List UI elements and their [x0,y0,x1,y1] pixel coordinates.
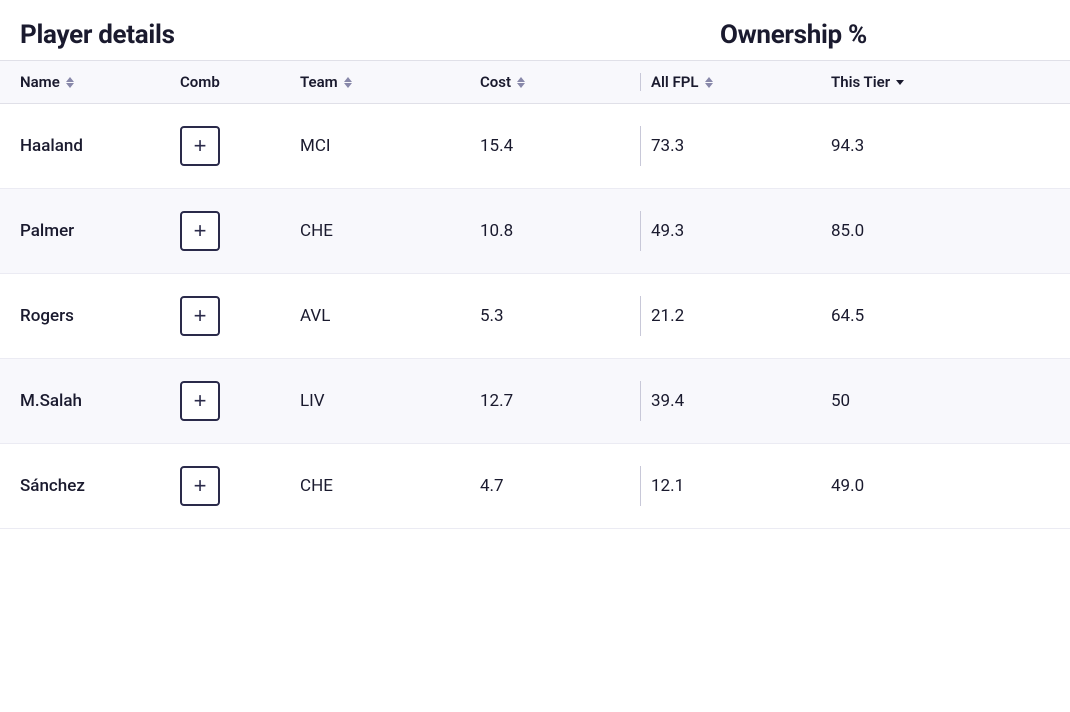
thistier-sort-icon[interactable] [896,80,904,85]
team-sort-icon[interactable] [344,77,352,88]
add-player-button[interactable]: + [180,381,220,421]
col-header-team: Team [300,73,480,91]
row-divider [640,296,641,336]
table-row: M.Salah + LIV 12.7 39.4 50 [0,359,1070,444]
player-team: MCI [300,136,331,156]
player-allfpl-cell: 39.4 [651,391,831,411]
player-cost: 5.3 [480,306,504,326]
player-name: Palmer [20,221,74,241]
player-team: CHE [300,476,333,496]
player-team-cell: CHE [300,221,480,241]
player-team-cell: LIV [300,391,480,411]
player-comb-cell: + [180,211,300,251]
player-name: Sánchez [20,476,85,496]
player-cost-cell: 5.3 [480,306,630,326]
player-comb-cell: + [180,381,300,421]
add-player-button[interactable]: + [180,466,220,506]
table-row: Haaland + MCI 15.4 73.3 94.3 [0,104,1070,189]
comb-label: Comb [180,73,220,91]
player-allfpl-cell: 49.3 [651,221,831,241]
cost-label: Cost [480,73,511,91]
player-comb-cell: + [180,296,300,336]
player-thistier-cell: 94.3 [831,136,1050,156]
player-details-title: Player details [20,20,720,50]
team-label: Team [300,73,338,91]
player-allfpl: 21.2 [651,306,684,326]
section-headers: Player details Ownership % [0,0,1070,61]
player-cost: 10.8 [480,221,513,241]
player-team: AVL [300,306,330,326]
col-header-name: Name [20,73,180,91]
player-team-cell: AVL [300,306,480,326]
player-thistier-cell: 50 [831,391,1050,411]
name-sort-icon[interactable] [66,77,74,88]
row-divider [640,126,641,166]
player-allfpl-cell: 73.3 [651,136,831,156]
player-name: Rogers [20,306,74,326]
col-header-cost: Cost [480,73,630,91]
col-header-allfpl: All FPL [651,73,831,91]
player-thistier-cell: 64.5 [831,306,1050,326]
player-thistier: 85.0 [831,221,864,241]
main-container: Player details Ownership % Name Comb Tea… [0,0,1070,529]
player-cost: 15.4 [480,136,513,156]
player-allfpl-cell: 12.1 [651,476,831,496]
col-header-comb: Comb [180,73,300,91]
player-thistier: 64.5 [831,306,864,326]
player-name-cell: Haaland [20,136,180,156]
player-allfpl-cell: 21.2 [651,306,831,326]
player-cost-cell: 12.7 [480,391,630,411]
table-row: Sánchez + CHE 4.7 12.1 49.0 [0,444,1070,529]
player-cost-cell: 10.8 [480,221,630,241]
player-details-section-header: Player details [20,20,720,50]
player-team-cell: CHE [300,476,480,496]
player-allfpl: 12.1 [651,476,684,496]
table-header-row: Name Comb Team Cost All FPL [0,61,1070,104]
player-thistier: 50 [831,391,850,411]
col-header-thistier: This Tier [831,73,1050,91]
row-divider [640,466,641,506]
player-cost-cell: 15.4 [480,136,630,156]
player-comb-cell: + [180,126,300,166]
player-team: LIV [300,391,325,411]
player-cost-cell: 4.7 [480,476,630,496]
ownership-section-header: Ownership % [720,20,1050,50]
row-divider [640,381,641,421]
add-player-button[interactable]: + [180,211,220,251]
table-body: Haaland + MCI 15.4 73.3 94.3 Palmer [0,104,1070,529]
player-thistier: 49.0 [831,476,864,496]
allfpl-sort-icon[interactable] [705,77,713,88]
player-cost: 12.7 [480,391,513,411]
cost-sort-icon[interactable] [517,77,525,88]
player-allfpl: 49.3 [651,221,684,241]
player-team: CHE [300,221,333,241]
allfpl-label: All FPL [651,73,699,91]
player-name-cell: M.Salah [20,391,180,411]
player-comb-cell: + [180,466,300,506]
player-allfpl: 73.3 [651,136,684,156]
table-row: Rogers + AVL 5.3 21.2 64.5 [0,274,1070,359]
player-name: M.Salah [20,391,82,411]
player-cost: 4.7 [480,476,504,496]
player-thistier: 94.3 [831,136,864,156]
player-thistier-cell: 49.0 [831,476,1050,496]
player-name: Haaland [20,136,83,156]
add-player-button[interactable]: + [180,296,220,336]
thistier-label: This Tier [831,73,890,91]
ownership-title: Ownership % [720,20,1050,50]
row-divider [640,211,641,251]
table-row: Palmer + CHE 10.8 49.3 85.0 [0,189,1070,274]
player-name-cell: Sánchez [20,476,180,496]
player-team-cell: MCI [300,136,480,156]
player-thistier-cell: 85.0 [831,221,1050,241]
player-name-cell: Rogers [20,306,180,326]
add-player-button[interactable]: + [180,126,220,166]
name-label: Name [20,73,60,91]
header-divider [640,73,641,91]
player-name-cell: Palmer [20,221,180,241]
player-allfpl: 39.4 [651,391,684,411]
